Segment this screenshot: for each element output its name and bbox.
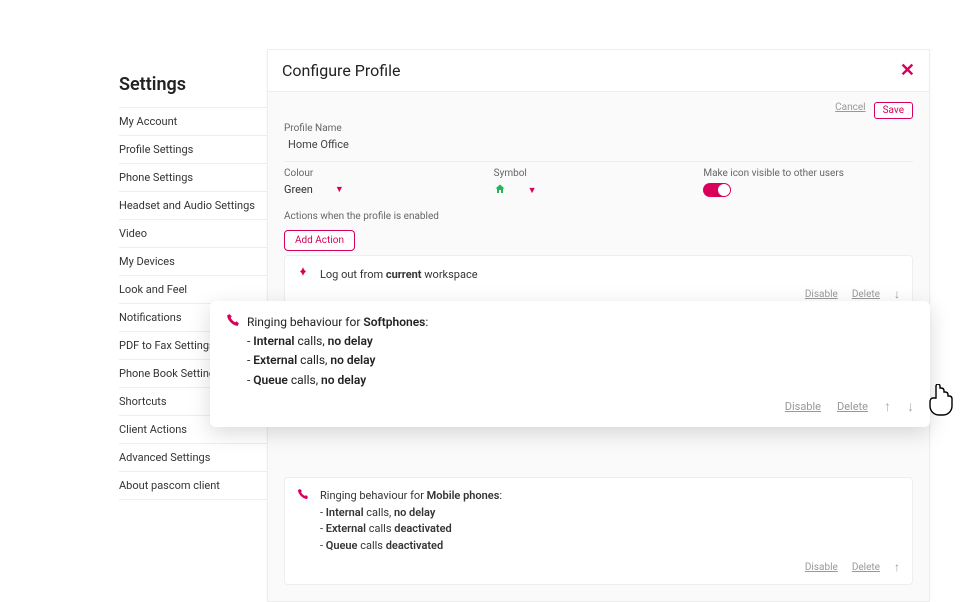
arrow-up-icon[interactable]: ↑ [884,398,891,415]
symbol-label: Symbol [494,168,704,179]
action-text: Ringing behaviour for Mobile phones: - I… [320,488,502,554]
dialog-title: Configure Profile [282,61,401,80]
colour-dropdown[interactable]: Green ▼ [284,179,494,196]
colour-label: Colour [284,168,494,179]
action-card-softphones-dragging[interactable]: Ringing behaviour for Softphones: - Inte… [210,301,930,427]
home-icon [494,183,506,198]
settings-item[interactable]: My Account [119,108,269,136]
action-text: Ringing behaviour for Softphones: - Inte… [247,313,428,390]
profile-name-label: Profile Name [284,123,913,134]
visibility-label: Make icon visible to other users [703,168,913,179]
arrow-up-icon[interactable]: ↑ [894,560,900,574]
save-button[interactable]: Save [874,102,913,119]
actions-section-label: Actions when the profile is enabled [284,211,913,222]
disable-link[interactable]: Disable [805,562,838,573]
action-card-mobile: Ringing behaviour for Mobile phones: - I… [284,477,913,585]
delete-link[interactable]: Delete [852,562,880,573]
visibility-toggle[interactable] [703,183,731,197]
add-action-button[interactable]: Add Action [284,230,355,251]
chevron-down-icon: ▼ [335,184,344,195]
cancel-link[interactable]: Cancel [835,102,865,119]
phone-icon [297,489,312,503]
symbol-dropdown[interactable]: ▼ [494,179,704,198]
settings-item[interactable]: Profile Settings [119,136,269,164]
settings-item[interactable]: Headset and Audio Settings [119,192,269,220]
colour-value: Green [284,183,313,196]
settings-item[interactable]: Video [119,220,269,248]
arrow-down-icon[interactable]: ↓ [907,398,914,415]
settings-item[interactable]: My Devices [119,248,269,276]
logout-icon [297,267,312,281]
phone-icon [226,313,244,331]
action-text: Log out from current workspace [320,268,478,281]
settings-item[interactable]: Advanced Settings [119,444,269,472]
close-icon[interactable]: ✕ [900,60,915,81]
delete-link[interactable]: Delete [852,289,880,300]
cursor-pointer-icon [928,384,952,414]
profile-name-input[interactable]: Home Office [284,134,913,155]
dialog-header: Configure Profile ✕ [268,50,929,92]
settings-item[interactable]: About pascom client [119,472,269,500]
settings-title: Settings [119,74,269,95]
chevron-down-icon: ▼ [528,185,537,196]
disable-link[interactable]: Disable [805,289,838,300]
settings-item[interactable]: Look and Feel [119,276,269,304]
delete-link[interactable]: Delete [837,400,868,413]
disable-link[interactable]: Disable [785,400,821,413]
settings-panel: Settings My Account Profile Settings Pho… [119,74,269,500]
settings-item[interactable]: Phone Settings [119,164,269,192]
arrow-down-icon[interactable]: ↓ [894,287,900,301]
